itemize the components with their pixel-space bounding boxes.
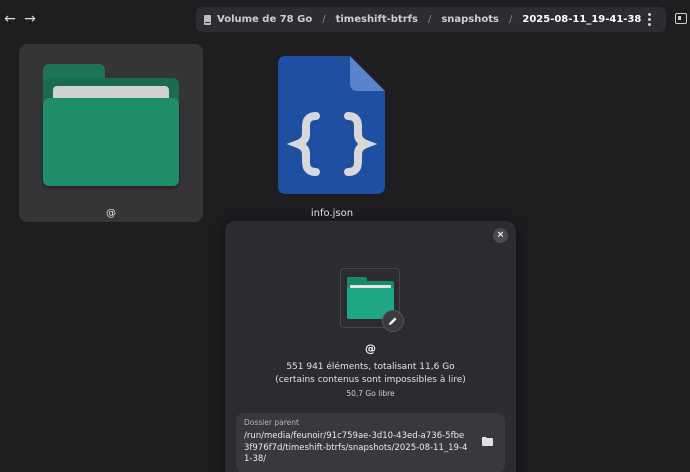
breadcrumb-separator: / — [508, 14, 513, 25]
breadcrumb: Volume de 78 Go / timeshift-btrfs / snap… — [196, 7, 666, 32]
breadcrumb-separator: / — [322, 14, 326, 25]
file-item-json[interactable]: info.json — [262, 44, 402, 222]
dialog-title: @ — [365, 342, 376, 355]
more-options-button[interactable] — [642, 7, 656, 32]
unreadable-notice: (certains contenus sont impossibles à li… — [275, 375, 466, 385]
file-name: info.json — [310, 208, 354, 219]
json-file-icon — [278, 56, 385, 194]
breadcrumb-item-snapshots[interactable]: snapshots — [441, 14, 499, 25]
breadcrumb-separator: / — [427, 14, 432, 25]
file-name: @ — [106, 208, 116, 219]
breadcrumb-label: 2025-08-11_19-41-38 — [522, 14, 642, 25]
breadcrumb-item-timeshift[interactable]: timeshift-btrfs — [336, 14, 418, 25]
item-count-summary: 551 941 éléments, totalisant 11,6 Go — [286, 362, 455, 372]
parent-folder-label: Dossier parent — [244, 418, 299, 427]
file-item-folder[interactable]: @ — [19, 44, 203, 222]
open-parent-folder-button[interactable] — [480, 434, 494, 448]
arrow-left-icon: ← — [4, 11, 16, 27]
edit-icon-button[interactable] — [382, 310, 404, 332]
sidebar-toggle-icon[interactable] — [675, 13, 687, 24]
breadcrumb-label: Volume de 78 Go — [217, 14, 313, 25]
arrow-right-icon: → — [24, 11, 36, 27]
header-bar: ← → Volume de 78 Go / timeshift-btrfs / … — [0, 0, 690, 38]
breadcrumb-item-volume[interactable]: Volume de 78 Go — [204, 14, 312, 25]
breadcrumb-item-current[interactable]: 2025-08-11_19-41-38 — [522, 14, 641, 25]
close-button[interactable]: × — [493, 228, 508, 243]
folder-icon — [43, 64, 179, 186]
parent-folder-path: /run/media/feunoir/91c759ae-3d10-43ed-a7… — [244, 431, 468, 464]
drive-icon — [204, 14, 211, 25]
properties-dialog: × @ 551 941 éléments, totalisant 11,6 Go… — [225, 221, 516, 472]
parent-folder-row: Dossier parent /run/media/feunoir/91c759… — [236, 413, 505, 472]
breadcrumb-label: snapshots — [441, 14, 499, 25]
more-vertical-icon — [647, 13, 651, 16]
breadcrumb-label: timeshift-btrfs — [335, 14, 418, 25]
back-button[interactable]: ← — [0, 9, 20, 29]
free-space: 50,7 Go libre — [346, 389, 395, 398]
folder-open-icon — [481, 436, 493, 446]
forward-button[interactable]: → — [20, 9, 40, 29]
pencil-icon — [389, 317, 397, 325]
close-icon: × — [496, 230, 505, 240]
